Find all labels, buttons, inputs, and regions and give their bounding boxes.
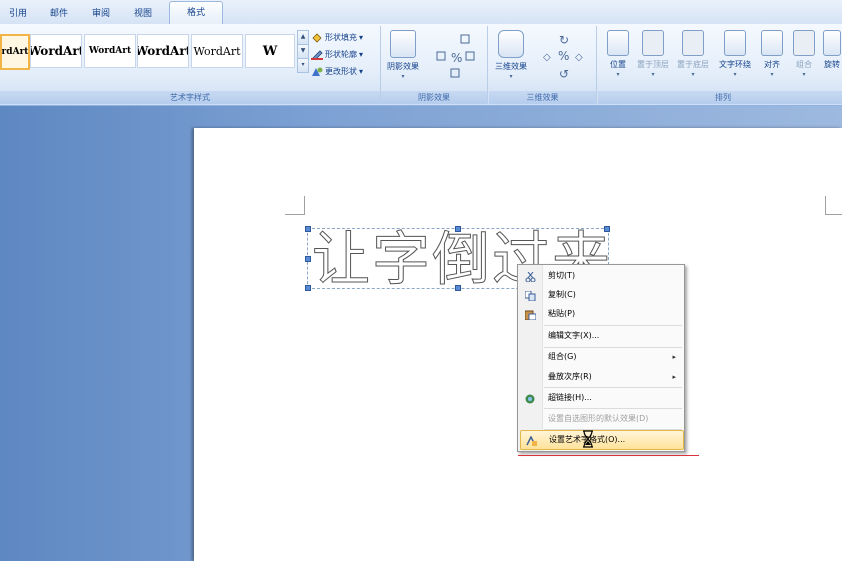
shape-fill-button[interactable]: 形状填充 ▾ [311,29,363,45]
copy-icon [524,290,536,302]
menu-item-paste[interactable]: 粘贴(P) [520,305,682,323]
menu-item-group[interactable]: 组合(G) ▸ [520,348,682,366]
hyperlink-icon [525,393,536,404]
3d-tilt-icon[interactable]: ↻ ◇ % ◇ ↺ [541,30,589,82]
text-wrapping-button[interactable]: 文字环绕 ▾ [715,30,755,78]
wordart-style-5[interactable]: WordArt [191,34,243,68]
tab-view[interactable]: 视图 [134,6,152,22]
resize-handle-middle-left[interactable] [305,256,311,262]
resize-handle-top-right[interactable] [604,226,610,232]
group-3d-effects: 三维效果 ▾ ↻ ◇ % ◇ ↺ 三维效果 [489,26,597,104]
tab-references[interactable]: 引用 [9,6,27,22]
gallery-down-arrow-icon[interactable]: ▼ [297,44,309,59]
rotate-icon [823,30,841,56]
bring-to-front-icon [642,30,664,56]
context-menu: 剪切(T) 复制(C) 粘贴(P) 编辑文字(X)... 组合(G) ▸ 叠放次… [517,264,685,452]
hourglass-cursor-icon [583,430,593,448]
rotate-button[interactable]: 旋转 [822,30,842,70]
group-label-3d: 三维效果 [489,91,596,104]
wordart-style-3[interactable]: WordArt [84,34,136,68]
group-objects-icon [793,30,815,56]
pencil-icon [311,49,323,60]
paint-bucket-icon [311,32,323,43]
margin-corner-top-right [825,196,842,215]
ribbon: rdArt WordArt WordArt WordArt WordArt W … [0,24,842,106]
change-shape-button[interactable]: 更改形状 ▾ [311,63,363,79]
resize-handle-top-middle[interactable] [455,226,461,232]
submenu-arrow-icon: ▸ [672,353,676,361]
shape-outline-button[interactable]: 形状轮廓 ▾ [311,46,363,62]
text-wrapping-icon [724,30,746,56]
svg-text:↻: ↻ [559,33,569,47]
wordart-style-6[interactable]: W [245,34,295,68]
resize-handle-bottom-left[interactable] [305,285,311,291]
wordart-style-1[interactable]: rdArt [0,34,30,70]
svg-text:◇: ◇ [543,52,551,63]
3d-effects-icon [498,30,524,58]
svg-text:↺: ↺ [559,67,569,81]
send-to-back-icon [682,30,704,56]
gallery-more-icon[interactable]: ▾ [297,58,309,73]
resize-handle-top-left[interactable] [305,226,311,232]
wordart-style-2[interactable]: WordArt [30,34,82,68]
menu-item-format-wordart[interactable]: 设置艺术字格式(O)... [520,430,684,450]
group-wordart-styles: rdArt WordArt WordArt WordArt WordArt W … [0,26,381,104]
svg-text:%: % [558,49,569,63]
group-label-shadow: 阴影效果 [381,91,487,104]
menu-item-cut[interactable]: 剪切(T) [520,267,682,285]
margin-corner-top-left [285,196,305,215]
group-label-arrange: 排列 [598,91,842,104]
position-button[interactable]: 位置 ▾ [600,30,636,78]
shadow-effects-button[interactable]: 阴影效果 ▾ [385,30,421,80]
svg-text:◇: ◇ [575,52,583,63]
wordart-style-4[interactable]: WordArt [137,34,189,68]
send-to-back-button[interactable]: 置于底层 ▾ [674,30,712,78]
menu-item-order[interactable]: 叠放次序(R) ▸ [520,368,682,386]
group-label-wordart-styles: 艺术字样式 [0,91,380,104]
shapes-icon [311,66,323,77]
resize-handle-bottom-middle[interactable] [455,285,461,291]
gallery-up-arrow-icon[interactable]: ▲ [297,30,309,45]
tab-mailings[interactable]: 邮件 [50,6,68,22]
ribbon-tab-bar: 引用 邮件 审阅 视图 格式 [0,0,842,25]
menu-item-hyperlink[interactable]: 超链接(H)... [520,389,682,407]
shadow-effects-icon [390,30,416,58]
3d-effects-button[interactable]: 三维效果 ▾ [493,30,529,80]
position-icon [607,30,629,56]
menu-item-edit-text[interactable]: 编辑文字(X)... [520,327,682,345]
shadow-nudge-icon[interactable]: % [433,32,479,80]
paste-icon [524,309,537,321]
annotation-underline [518,455,699,456]
tab-format[interactable]: 格式 [169,1,223,25]
tab-review[interactable]: 审阅 [92,6,110,22]
menu-item-copy[interactable]: 复制(C) [520,286,682,304]
submenu-arrow-icon: ▸ [672,373,676,381]
menu-item-set-default-effect: 设置自选图形的默认效果(D) [548,414,649,423]
scissors-icon [525,271,536,283]
group-arrange: 位置 ▾ 置于顶层 ▾ 置于底层 ▾ 文字环绕 ▾ 对齐 ▾ 组合 ▾ 旋转 排… [598,26,842,104]
align-icon [761,30,783,56]
svg-text:%: % [451,51,462,65]
group-shadow-effects: 阴影效果 ▾ % 阴影效果 [381,26,488,104]
group-button[interactable]: 组合 ▾ [789,30,819,78]
align-button[interactable]: 对齐 ▾ [757,30,787,78]
format-wordart-icon [526,435,537,446]
bring-to-front-button[interactable]: 置于顶层 ▾ [634,30,672,78]
